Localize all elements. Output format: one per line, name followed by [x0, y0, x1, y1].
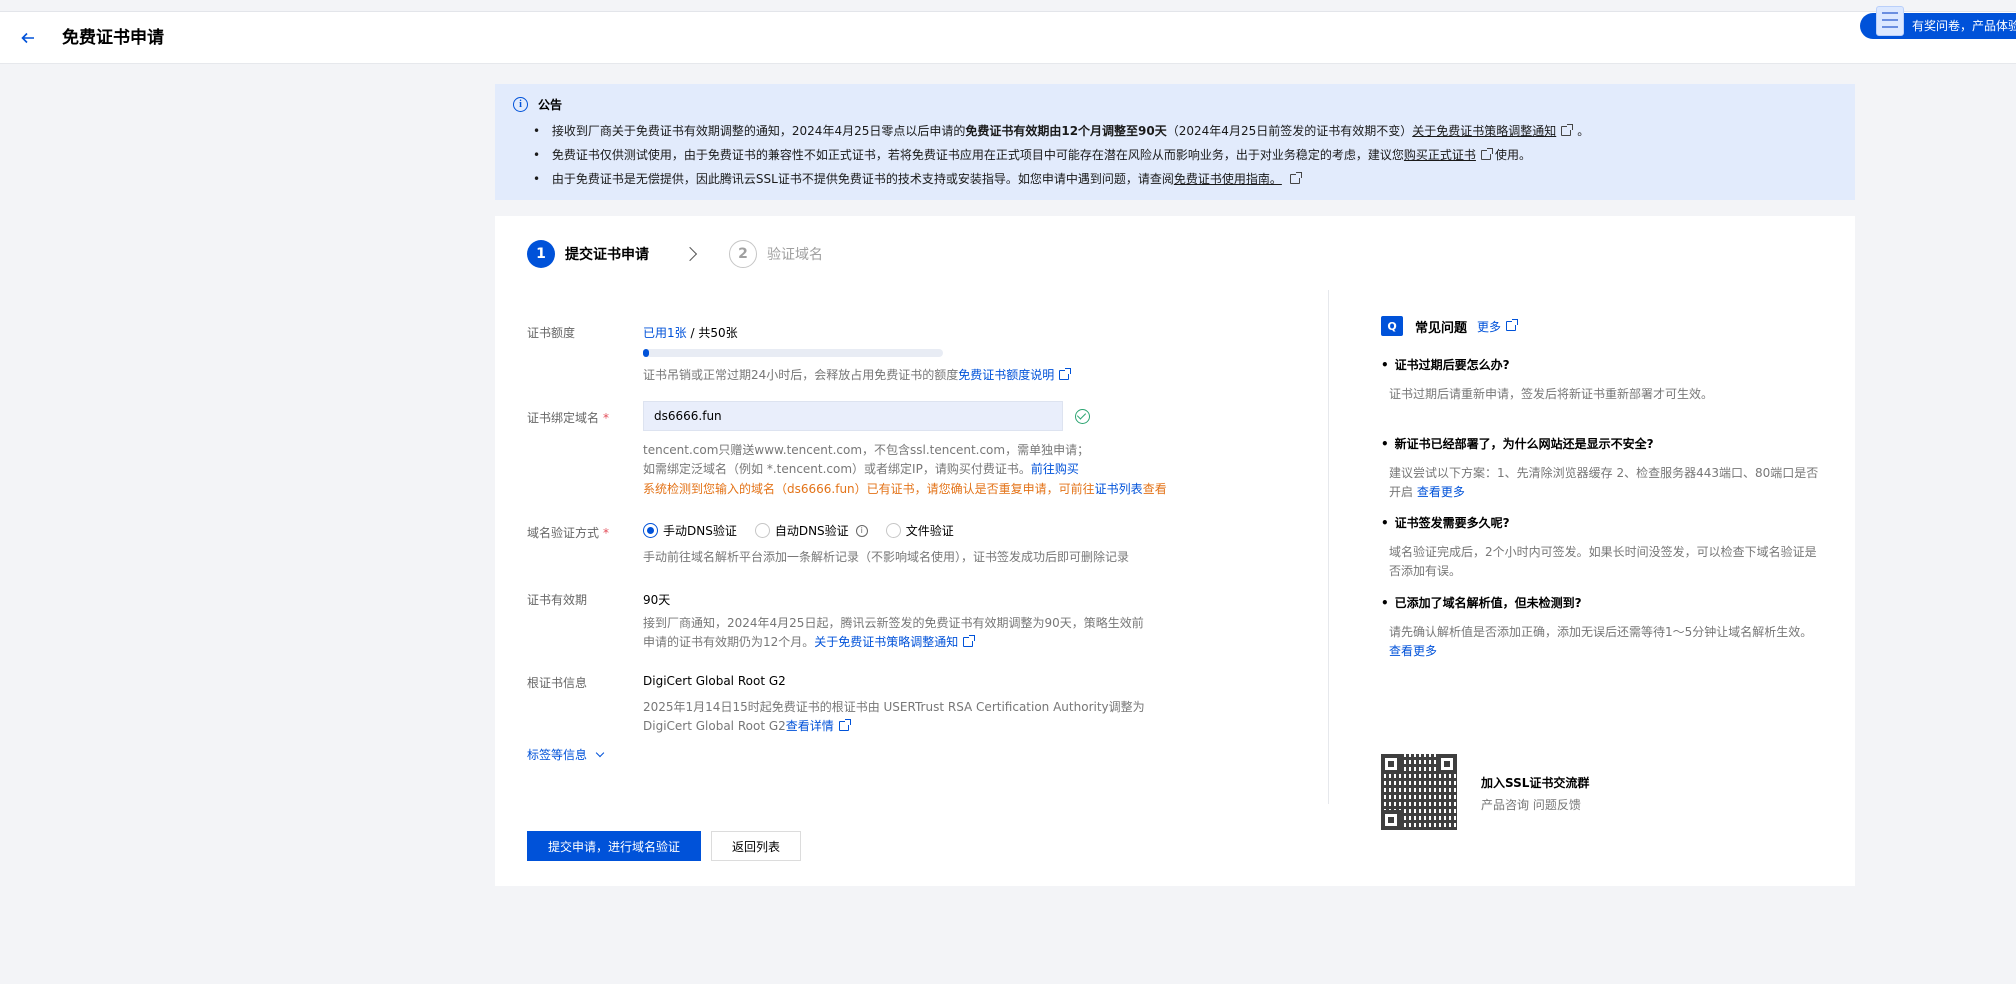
external-link-icon	[1480, 148, 1493, 160]
chevron-down-icon	[595, 748, 605, 757]
radio-checked-icon	[643, 523, 658, 538]
faq-question[interactable]: 证书过期后要怎么办?	[1381, 356, 1821, 373]
page-title: 免费证书申请	[62, 28, 164, 48]
back-button[interactable]	[16, 26, 40, 50]
chevron-right-icon	[682, 246, 698, 262]
step-2-number: 2	[729, 240, 757, 268]
domain-hint-1: tencent.com只赠送www.tencent.com，不包含ssl.ten…	[643, 443, 1090, 457]
faq-item: 证书签发需要多久呢? 域名验证完成后，2个小时内可签发。如果长时间没签发，可以检…	[1381, 514, 1821, 581]
root-cert-hint-2: DigiCert Global Root G2查看详情	[643, 717, 851, 736]
policy-notice-link[interactable]: 关于免费证书策略调整通知	[814, 635, 958, 649]
quota-progress-bar	[643, 349, 943, 357]
quota-doc-link[interactable]: 免费证书额度说明	[958, 368, 1054, 382]
validity-hint-1: 接到厂商通知，2024年4月25日起，腾讯云新签发的免费证书有效期调整为90天，…	[643, 616, 1144, 630]
faq-answer: 请先确认解析值是否添加正确，添加无误后还需等待1～5分钟让域名解析生效。 查看更…	[1389, 625, 1813, 658]
domain-input[interactable]	[643, 401, 1063, 431]
policy-change-link[interactable]: 关于免费证书策略调整通知	[1412, 124, 1556, 138]
quota-value: 已用1张 / 共50张	[643, 326, 738, 340]
verify-method-label: 域名验证方式 *	[527, 526, 610, 540]
go-buy-link[interactable]: 前往购买	[1031, 462, 1079, 476]
external-link-icon	[1289, 172, 1302, 184]
root-cert-hint-1: 2025年1月14日15时起免费证书的根证书由 USERTrust RSA Ce…	[643, 700, 1145, 714]
faq-view-more-link[interactable]: 查看更多	[1417, 485, 1465, 499]
external-link-icon	[838, 719, 851, 731]
domain-hint-2: 如需绑定泛域名（例如 *.tencent.com）或者绑定IP，请购买付费证书。…	[643, 462, 1079, 476]
application-card: 1 提交证书申请 2 验证域名 证书额度 已用1张 / 共50张 证书吊销或正常…	[495, 216, 1855, 886]
external-link-icon	[963, 635, 976, 647]
quota-hint: 证书吊销或正常过期24小时后，会释放占用免费证书的额度免费证书额度说明	[643, 366, 1072, 385]
group-title: 加入SSL证书交流群	[1481, 776, 1590, 790]
root-cert-label: 根证书信息	[527, 676, 588, 690]
announcement-item: 免费证书仅供测试使用，由于免费证书的兼容性不如正式证书，若将免费证书应用在正式项…	[533, 146, 1589, 170]
buy-certificate-link[interactable]: 购买正式证书	[1404, 148, 1476, 162]
step-1-label: 提交证书申请	[565, 247, 649, 263]
root-cert-value: DigiCert Global Root G2	[643, 674, 786, 688]
quota-progress-fill	[643, 349, 649, 357]
info-icon[interactable]: i	[855, 524, 868, 537]
group-subtitle: 产品咨询 问题反馈	[1481, 798, 1581, 812]
domain-duplicate-warning: 系统检测到您输入的域名（ds6666.fun）已有证书，请您确认是否重复申请，可…	[643, 482, 1167, 496]
info-icon: i	[513, 97, 528, 112]
view-details-link[interactable]: 查看详情	[786, 719, 834, 733]
validity-label: 证书有效期	[527, 593, 588, 607]
external-link-icon	[1561, 124, 1574, 136]
announcement-item: 由于免费证书是无偿提供，因此腾讯云SSL证书不提供免费证书的技术支持或安装指导。…	[533, 170, 1589, 194]
faq-item: 已添加了域名解析值，但未检测到? 请先确认解析值是否添加正确，添加无误后还需等待…	[1381, 594, 1821, 661]
domain-label: 证书绑定域名 *	[527, 411, 610, 425]
usage-guide-link[interactable]: 免费证书使用指南。	[1174, 172, 1282, 186]
announcement-item: 接收到厂商关于免费证书有效期调整的通知，2024年4月25日零点以后申请的免费证…	[533, 122, 1589, 146]
submit-button[interactable]: 提交申请，进行域名验证	[527, 831, 701, 861]
faq-item: 新证书已经部署了，为什么网站还是显示不安全? 建议尝试以下方案：1、先清除浏览器…	[1381, 435, 1821, 502]
divider	[1328, 290, 1329, 804]
validity-hint-2: 申请的证书有效期仍为12个月。关于免费证书策略调整通知	[643, 633, 976, 652]
announcement-title: i 公告	[513, 96, 562, 113]
external-link-icon	[1059, 368, 1072, 380]
radio-file[interactable]: 文件验证	[885, 522, 954, 539]
announcement-banner: i 公告 接收到厂商关于免费证书有效期调整的通知，2024年4月25日零点以后申…	[495, 84, 1855, 200]
step-2-label: 验证域名	[767, 247, 823, 263]
faq-logo-icon: Q	[1381, 316, 1403, 336]
quota-label: 证书额度	[527, 326, 576, 340]
external-link-icon	[1506, 319, 1519, 331]
announcement-list: 接收到厂商关于免费证书有效期调整的通知，2024年4月25日零点以后申请的免费证…	[533, 122, 1589, 194]
validity-value: 90天	[643, 593, 671, 607]
radio-auto-dns[interactable]: 自动DNS验证 i	[754, 522, 868, 539]
faq-more-link[interactable]: 更多	[1477, 318, 1501, 335]
faq-view-more-link[interactable]: 查看更多	[1389, 644, 1437, 658]
steps: 1 提交证书申请 2 验证域名	[527, 240, 823, 268]
page-header: 免费证书申请	[0, 12, 2016, 64]
certificate-list-link[interactable]: 证书列表	[1095, 482, 1143, 496]
faq-title: 常见问题	[1415, 320, 1468, 336]
faq-item: 证书过期后要怎么办? 证书过期后请重新申请，签发后将新证书重新部署才可生效。	[1381, 356, 1821, 404]
verify-method-radio-group: 手动DNS验证 自动DNS验证 i 文件验证	[643, 522, 954, 539]
faq-header: Q 常见问题 更多	[1381, 316, 1821, 336]
qr-code-image	[1381, 754, 1457, 830]
top-strip	[0, 0, 2016, 12]
arrow-left-icon	[21, 32, 34, 44]
survey-document-icon	[1876, 6, 1904, 36]
radio-unchecked-icon	[885, 523, 901, 538]
faq-panel: Q 常见问题 更多 证书过期后要怎么办? 证书过期后请重新申请，签发后将新证书重…	[1381, 316, 1821, 830]
verify-method-hint: 手动前往域名解析平台添加一条解析记录（不影响域名使用），证书签发成功后即可删除记…	[643, 550, 1130, 564]
tag-info-toggle[interactable]: 标签等信息	[527, 746, 605, 763]
faq-answer: 证书过期后请重新申请，签发后将新证书重新部署才可生效。	[1389, 387, 1714, 401]
faq-question[interactable]: 已添加了域名解析值，但未检测到?	[1381, 594, 1821, 611]
faq-answer: 域名验证完成后，2个小时内可签发。如果长时间没签发，可以检查下域名验证是 否添加…	[1389, 545, 1817, 578]
radio-unchecked-icon	[754, 523, 770, 538]
faq-answer: 建议尝试以下方案：1、先清除浏览器缓存 2、检查服务器443端口、80端口是否 …	[1389, 466, 1819, 499]
faq-question[interactable]: 新证书已经部署了，为什么网站还是显示不安全?	[1381, 435, 1821, 452]
back-to-list-button[interactable]: 返回列表	[711, 831, 801, 861]
step-1-number: 1	[527, 240, 555, 268]
radio-manual-dns[interactable]: 手动DNS验证	[643, 522, 737, 539]
faq-question[interactable]: 证书签发需要多久呢?	[1381, 514, 1821, 531]
check-circle-icon	[1075, 409, 1090, 424]
